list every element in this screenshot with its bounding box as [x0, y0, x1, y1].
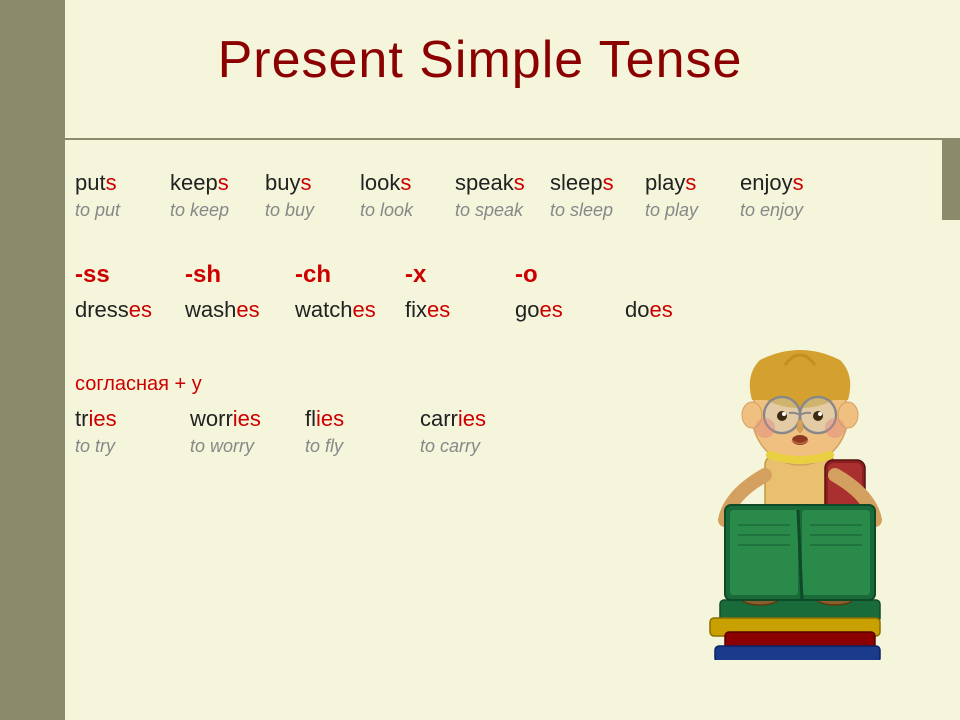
verb-puts: puts — [75, 170, 170, 196]
inf-put: to put — [75, 200, 170, 221]
verb-plays: plays — [645, 170, 740, 196]
suffix-sh: -sh — [185, 261, 295, 289]
verb-flies: flies — [305, 406, 420, 432]
verb-watches: watches — [295, 297, 405, 323]
suffix-row: -ss -sh -ch -x -o — [75, 261, 930, 289]
verb-keeps: keeps — [170, 170, 265, 196]
right-bar — [942, 140, 960, 220]
page-title: Present Simple Tense — [0, 0, 960, 110]
inf-sleep: to sleep — [550, 200, 645, 221]
infinitives-row: to put to keep to buy to look to speak t… — [75, 200, 930, 221]
suffix-ch: -ch — [295, 261, 405, 289]
suffix-o: -o — [515, 261, 625, 289]
inf-keep: to keep — [170, 200, 265, 221]
inf-enjoy: to enjoy — [740, 200, 835, 221]
inf-look: to look — [360, 200, 455, 221]
verb-washes: washes — [185, 297, 295, 323]
suffix-x: -x — [405, 261, 515, 289]
inf-buy: to buy — [265, 200, 360, 221]
left-bar — [0, 0, 65, 720]
verb-worries: worries — [190, 406, 305, 432]
boy-illustration — [670, 300, 930, 650]
verb-goes: goes — [515, 297, 625, 323]
verb-tries: tries — [75, 406, 190, 432]
verb-fixes: fixes — [405, 297, 515, 323]
verb-speaks: speaks — [455, 170, 550, 196]
top-divider — [65, 138, 960, 140]
inf-try: to try — [75, 436, 190, 457]
verb-carries: carries — [420, 406, 535, 432]
verb-buys: buys — [265, 170, 360, 196]
verb-looks: looks — [360, 170, 455, 196]
verb-enjoys: enjoys — [740, 170, 835, 196]
verb-forms-row: puts keeps buys looks speaks sleeps play… — [75, 170, 930, 196]
inf-play: to play — [645, 200, 740, 221]
inf-speak: to speak — [455, 200, 550, 221]
inf-worry: to worry — [190, 436, 305, 457]
verb-sleeps: sleeps — [550, 170, 645, 196]
inf-fly: to fly — [305, 436, 420, 457]
inf-carry: to carry — [420, 436, 535, 457]
verb-dresses: dresses — [75, 297, 185, 323]
suffix-ss: -ss — [75, 261, 185, 289]
